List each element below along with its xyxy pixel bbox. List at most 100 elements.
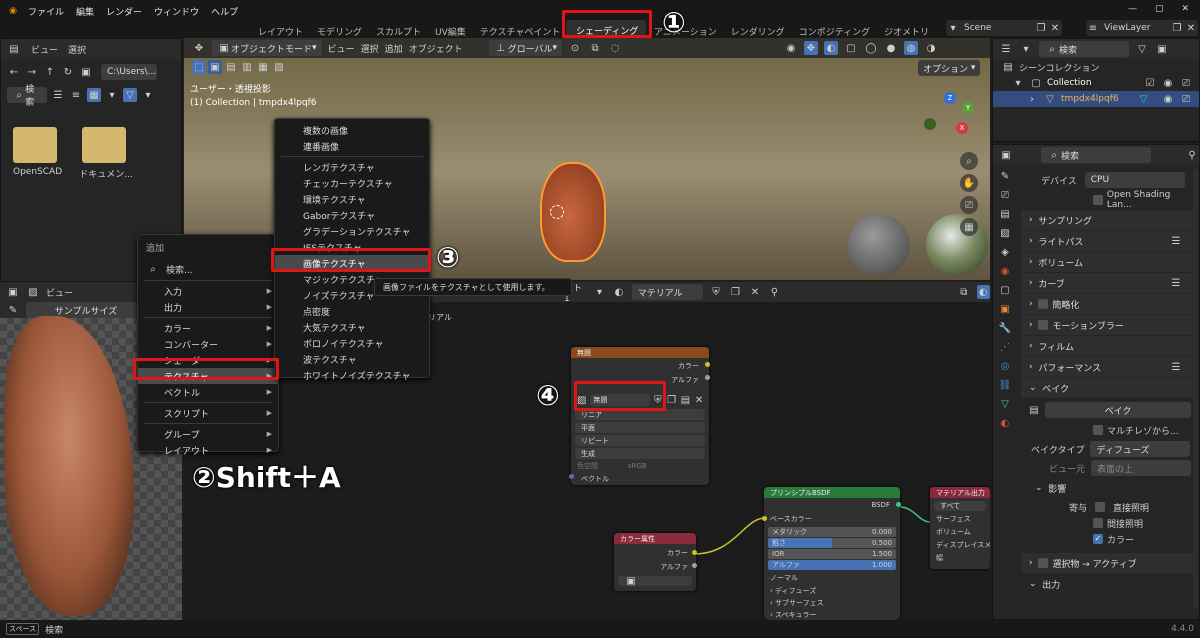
source-dropdown[interactable]: 生成 <box>575 448 705 459</box>
proportional-icon[interactable]: ◌ <box>608 41 622 55</box>
menu-item-gabor-texture[interactable]: Gaborテクスチャ <box>275 207 429 223</box>
pivot-icon[interactable]: ⊙ <box>568 41 582 55</box>
section-performance[interactable]: › パフォーマンス ☰ <box>1021 357 1197 377</box>
menu-item-color[interactable]: カラー ▶ <box>138 320 278 336</box>
properties-search-input[interactable]: ⌕ 検索 <box>1041 147 1151 163</box>
menu-item-group[interactable]: グループ ▶ <box>138 426 278 442</box>
ior-slider[interactable]: IOR 1.500 <box>768 549 896 559</box>
scrollbar[interactable] <box>1193 169 1198 609</box>
chevron-right-icon[interactable]: › <box>1025 92 1039 106</box>
panel-diffuse[interactable]: › ディフューズ <box>764 586 900 596</box>
bake-button[interactable]: ベイク <box>1045 402 1191 418</box>
camera-icon[interactable]: ⎚ <box>1179 76 1193 90</box>
new-collection-icon[interactable]: ▣ <box>1155 42 1169 56</box>
maximize-icon[interactable]: ▢ <box>1155 4 1164 14</box>
section-volumes[interactable]: › ボリューム <box>1021 252 1197 272</box>
node-header[interactable]: 無題 <box>571 347 709 358</box>
socket-alpha-out[interactable] <box>705 375 710 380</box>
colorspace-value[interactable]: sRGB <box>628 462 647 470</box>
node-header[interactable]: カラー属性 <box>614 533 696 544</box>
indirect-checkbox[interactable] <box>1093 518 1103 528</box>
menu-item-vector[interactable]: ベクトル ▶ <box>138 384 278 400</box>
editor-type-icon[interactable]: ☰ <box>999 42 1013 56</box>
menu-help[interactable]: ヘルプ <box>211 5 238 18</box>
list-icon[interactable]: ☰ <box>1169 276 1183 290</box>
simplify-checkbox[interactable] <box>1038 299 1049 309</box>
section-film[interactable]: › フィルム <box>1021 336 1197 356</box>
eye-icon[interactable]: ◉ <box>1161 92 1175 106</box>
camera-icon[interactable]: ⎚ <box>1179 92 1193 106</box>
wireframe-icon[interactable]: ◯ <box>864 41 878 55</box>
zoom-icon[interactable]: ⌕ <box>960 152 978 170</box>
section-simplify[interactable]: › 簡略化 <box>1021 294 1197 314</box>
vp-menu-add[interactable]: 追加 <box>385 42 403 55</box>
socket-base-color-in[interactable] <box>762 516 767 521</box>
color-checkbox[interactable]: ✓ <box>1093 534 1103 544</box>
physics-icon[interactable]: ◎ <box>998 359 1012 373</box>
image-texture-node[interactable]: 無題 カラー アルファ ▨ 無題 ⛨ ❐ ▤ ✕ リニア 平面 リピート 生成 … <box>569 347 710 485</box>
list-icon[interactable]: ☰ <box>1169 360 1183 374</box>
alpha-slider[interactable]: アルファ 1.000 <box>768 560 896 570</box>
fb-menu-select[interactable]: 選択 <box>68 43 86 56</box>
target-dropdown[interactable]: すべて <box>934 501 986 511</box>
menu-render[interactable]: レンダー <box>106 5 142 18</box>
menu-file[interactable]: ファイル <box>28 5 64 18</box>
panel-subsurface[interactable]: › サブサーフェス <box>764 598 900 608</box>
collection-icon[interactable]: ▢ <box>998 283 1012 297</box>
tab-uv-edit[interactable]: UV編集 <box>435 25 466 38</box>
fb-menu-view[interactable]: ビュー <box>31 43 58 56</box>
vp-menu-view[interactable]: ビュー <box>328 42 355 55</box>
menu-item-output[interactable]: 出力 ▶ <box>138 299 278 315</box>
short-list-icon[interactable]: ≡ <box>69 88 83 102</box>
pin-icon[interactable]: ⚲ <box>1185 148 1199 162</box>
overlay-icon[interactable]: ◐ <box>824 41 838 55</box>
socket-alpha-out[interactable] <box>692 563 697 568</box>
section-sampling[interactable]: › サンプリング <box>1021 210 1197 230</box>
multires-checkbox[interactable] <box>1093 425 1103 435</box>
principled-bsdf-node[interactable]: プリンシプルBSDF BSDF ベースカラー メタリック 0.000 粗さ 0.50… <box>762 487 901 620</box>
tab-modeling[interactable]: モデリング <box>317 25 362 38</box>
section-influence[interactable]: ⌄ 影響 <box>1021 478 1197 498</box>
menu-item-wave-texture[interactable]: 波テクスチャ <box>275 351 429 367</box>
data-icon[interactable]: ▽ <box>998 397 1012 411</box>
folder-icon[interactable]: ▤ <box>7 42 21 56</box>
color-attribute-node[interactable]: カラー属性 カラー アルファ ▣ <box>614 533 697 591</box>
outliner-search-input[interactable]: ⌕ 検索 <box>1039 41 1129 57</box>
fb-search-input[interactable]: ⌕ 検索 <box>7 85 47 108</box>
menu-item-converter[interactable]: コンバーター ▶ <box>138 336 278 352</box>
direct-checkbox[interactable] <box>1095 502 1106 512</box>
tool-icon[interactable]: ✎ <box>998 169 1012 183</box>
path-field[interactable]: C:\Users\... <box>101 64 157 80</box>
editor-type-icon[interactable]: ✥ <box>192 41 206 55</box>
osl-checkbox[interactable] <box>1093 195 1103 205</box>
vp-menu-object[interactable]: オブジェクト <box>409 42 463 55</box>
ie-menu-view[interactable]: ビュー <box>46 286 73 299</box>
scene-selector[interactable]: ▾ Scene ❐ ✕ <box>946 20 1062 36</box>
visibility-icon[interactable]: ◉ <box>784 41 798 55</box>
navigation-gizmo[interactable]: Z Y X <box>922 90 982 150</box>
metallic-slider[interactable]: メタリック 0.000 <box>768 527 896 537</box>
menu-item-layout[interactable]: レイアウト ▶ <box>138 442 278 458</box>
select-extend-icon[interactable]: ▤ <box>224 60 238 74</box>
menu-item-image-sequence[interactable]: 連番画像 <box>275 138 429 154</box>
chevron-down-icon[interactable]: ▾ <box>141 88 155 102</box>
thumbnail-view-icon[interactable]: ▦ <box>87 88 101 102</box>
node-header[interactable]: プリンシプルBSDF <box>764 487 900 498</box>
object-icon[interactable]: ▣ <box>998 302 1012 316</box>
output-icon[interactable]: ▤ <box>998 207 1012 221</box>
new-folder-icon[interactable]: ▣ <box>79 65 93 79</box>
section-motion-blur[interactable]: › モーションブラー <box>1021 315 1197 335</box>
parent-icon[interactable]: ↑ <box>43 65 57 79</box>
section-selected-to-active[interactable]: › 選択物 → アクティブ <box>1021 553 1197 573</box>
section-curves[interactable]: › カーブ ☰ <box>1021 273 1197 293</box>
device-dropdown[interactable]: CPU <box>1084 172 1185 188</box>
panel-specular[interactable]: › スペキュラー <box>764 610 900 620</box>
filter-icon[interactable]: ▽ <box>123 88 137 102</box>
camera-icon[interactable]: ⎚ <box>960 196 978 214</box>
blender-logo-icon[interactable]: ◉ <box>6 4 20 18</box>
menu-item-voronoi-texture[interactable]: ボロノイテクスチャ <box>275 335 429 351</box>
viewlayer-selector[interactable]: ≡ ViewLayer ❐ ✕ <box>1086 20 1198 36</box>
mode-selector[interactable]: ▣ オブジェクトモード ▾ <box>212 40 322 56</box>
menu-edit[interactable]: 編集 <box>76 5 94 18</box>
pan-icon[interactable]: ✋ <box>960 174 978 192</box>
